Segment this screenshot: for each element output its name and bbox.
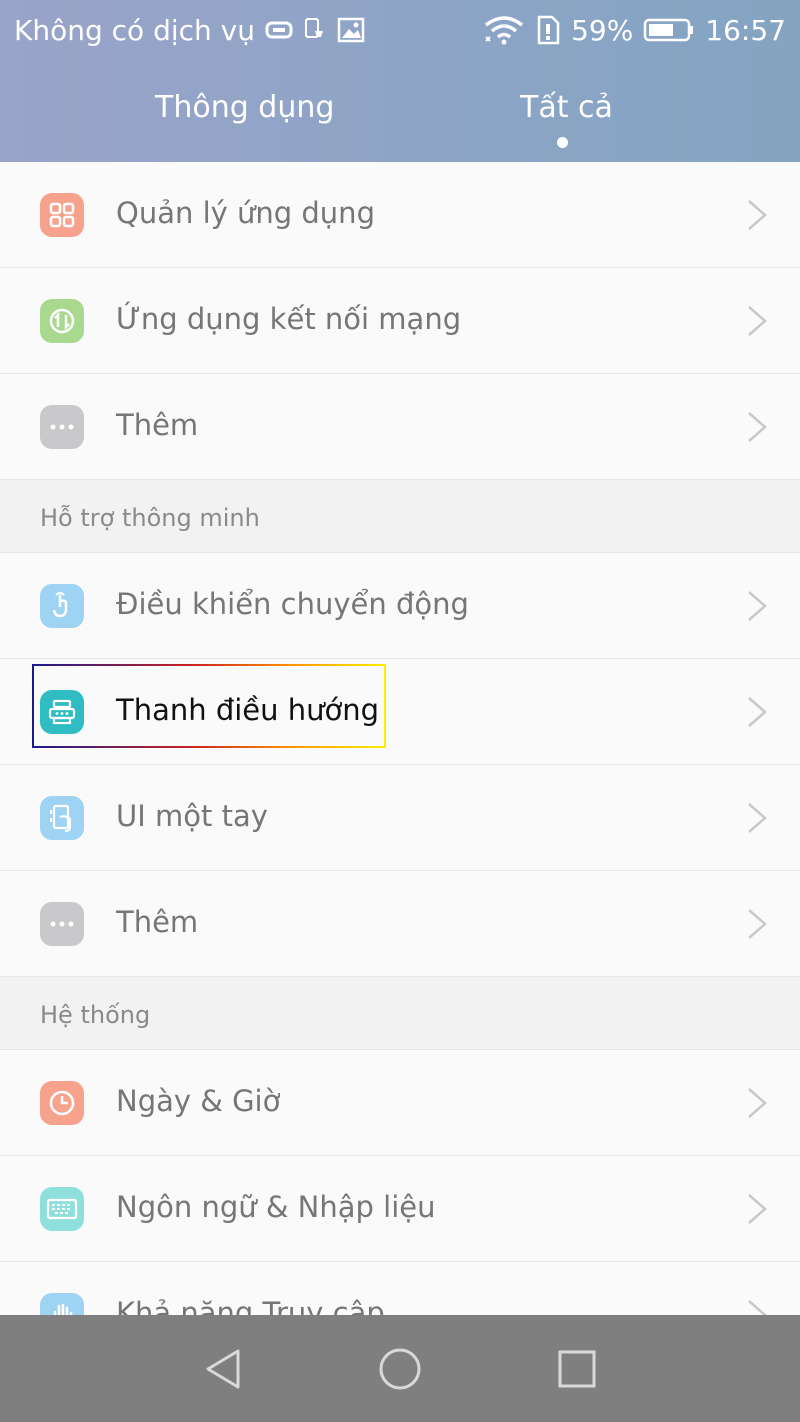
more-dots-icon <box>40 902 84 946</box>
apps-grid-icon <box>40 193 84 237</box>
recent-apps-button[interactable] <box>554 1346 600 1392</box>
chevron-right-icon <box>748 803 767 833</box>
clock-time: 16:57 <box>705 13 786 47</box>
section-title: Hỗ trợ thông minh <box>40 504 260 532</box>
list-item-motion-control[interactable]: Điều khiển chuyển động <box>0 553 800 659</box>
status-bar: Không có dịch vụ 59% 16:57 <box>0 0 800 60</box>
keyboard-icon <box>40 1187 84 1231</box>
list-item-label: UI một tay <box>116 799 268 833</box>
list-item-label: Quản lý ứng dụng <box>116 196 375 230</box>
list-item-navigation-bar[interactable]: Thanh điều hướng <box>0 659 800 765</box>
list-item-label: Khả năng Truy cập <box>116 1296 385 1315</box>
chevron-right-icon <box>748 1088 767 1118</box>
network-apps-icon <box>40 299 84 343</box>
list-item-label: Ngày & Giờ <box>116 1084 281 1118</box>
chevron-right-icon <box>748 200 767 230</box>
list-item-date-time[interactable]: Ngày & Giờ <box>0 1050 800 1156</box>
section-title: Hệ thống <box>40 1001 151 1029</box>
clock-icon <box>40 1081 84 1125</box>
system-navigation-bar <box>0 1315 800 1422</box>
list-item-accessibility[interactable]: Khả năng Truy cập <box>0 1262 800 1315</box>
header: Không có dịch vụ 59% 16:57 Thông dụng Tấ… <box>0 0 800 162</box>
back-button[interactable] <box>200 1346 246 1392</box>
battery-percent: 59% <box>571 13 634 47</box>
list-item-app-manager[interactable]: Quản lý ứng dụng <box>0 162 800 268</box>
chevron-right-icon <box>748 697 767 727</box>
tab-common[interactable]: Thông dụng <box>155 90 334 125</box>
chevron-right-icon <box>748 412 767 442</box>
home-button[interactable] <box>377 1346 423 1392</box>
list-item-label: Ngôn ngữ & Nhập liệu <box>116 1190 436 1224</box>
list-item-network-apps[interactable]: Ứng dụng kết nối mạng <box>0 268 800 374</box>
list-item-label: Điều khiển chuyển động <box>116 587 469 621</box>
chevron-right-icon <box>748 909 767 939</box>
motion-gesture-icon <box>40 584 84 628</box>
navigation-bar-icon <box>40 690 84 734</box>
wifi-icon <box>483 15 525 45</box>
carrier-text: Không có dịch vụ <box>14 13 255 47</box>
battery-icon <box>643 17 695 43</box>
active-tab-indicator <box>557 137 568 148</box>
list-item-more-2[interactable]: Thêm <box>0 871 800 977</box>
list-item-label: Thêm <box>116 408 199 442</box>
list-item-label: Ứng dụng kết nối mạng <box>116 302 462 336</box>
list-item-language-input[interactable]: Ngôn ngữ & Nhập liệu <box>0 1156 800 1262</box>
sim-alert-icon <box>535 15 561 45</box>
one-hand-ui-icon <box>40 796 84 840</box>
list-item-label: Thanh điều hướng <box>116 693 380 727</box>
accessibility-hand-icon <box>40 1293 84 1315</box>
chevron-right-icon <box>748 1300 767 1315</box>
chevron-right-icon <box>748 306 767 336</box>
list-item-label: Thêm <box>116 905 199 939</box>
tab-bar: Thông dụng Tất cả <box>0 60 800 162</box>
more-dots-icon <box>40 405 84 449</box>
section-header-smart-assist: Hỗ trợ thông minh <box>0 480 800 553</box>
notification-icon <box>303 17 327 43</box>
list-item-one-hand-ui[interactable]: UI một tay <box>0 765 800 871</box>
message-icon <box>265 20 293 40</box>
tab-all[interactable]: Tất cả <box>520 90 613 125</box>
list-item-more-1[interactable]: Thêm <box>0 374 800 480</box>
image-icon <box>337 17 365 43</box>
settings-list[interactable]: Quản lý ứng dụng Ứng dụng kết nối mạng T… <box>0 162 800 1315</box>
section-header-system: Hệ thống <box>0 977 800 1050</box>
chevron-right-icon <box>748 1194 767 1224</box>
chevron-right-icon <box>748 591 767 621</box>
